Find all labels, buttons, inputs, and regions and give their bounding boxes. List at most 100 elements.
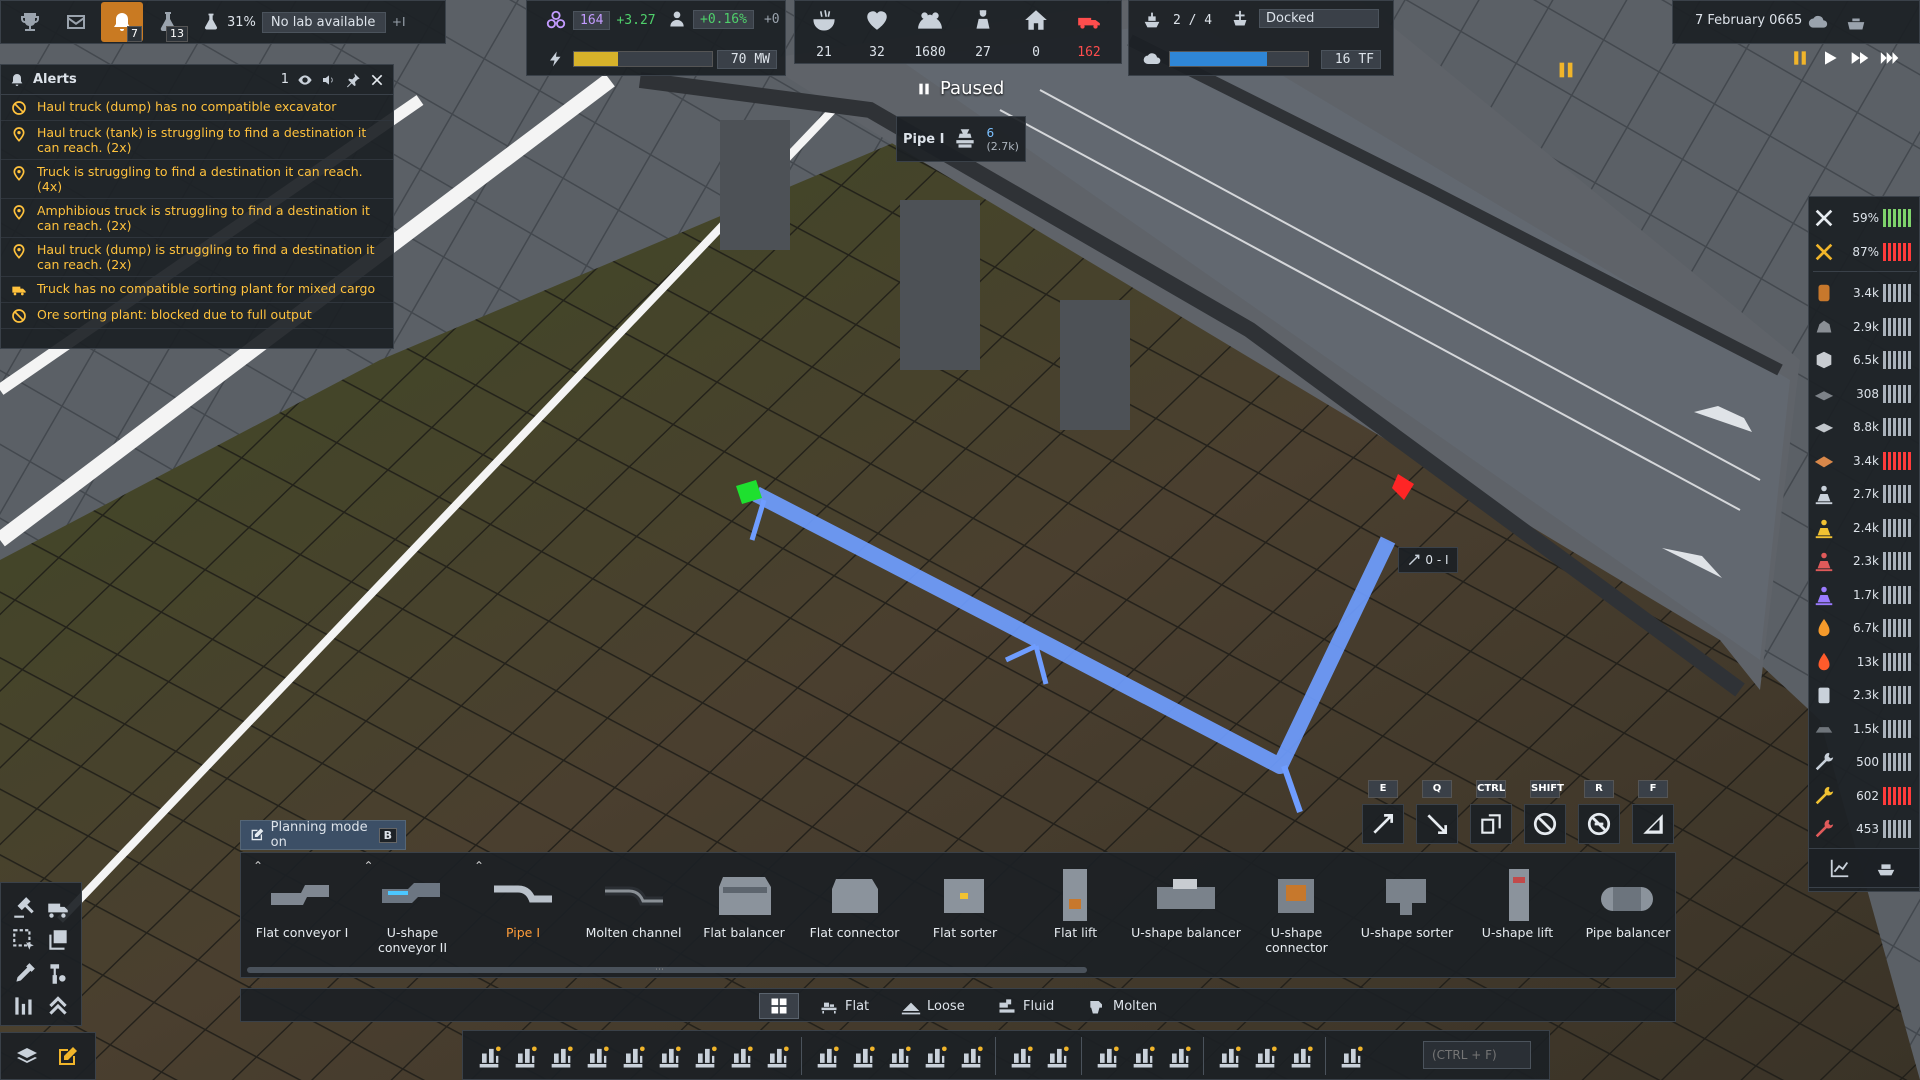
build-item-u-shape-conveyor-ii[interactable]: ⌃ U-shape conveyor II <box>358 859 468 959</box>
lab-status[interactable]: 31% No lab available +I <box>201 11 406 33</box>
research-button[interactable]: 13 <box>147 2 189 42</box>
demolish-icon[interactable] <box>11 895 37 921</box>
game-speed-icon[interactable] <box>1845 13 1867 35</box>
farm-icon[interactable] <box>583 1043 611 1071</box>
power-bar[interactable] <box>573 51 713 67</box>
category-fluid[interactable]: Fluid <box>997 993 1054 1019</box>
build-scrollbar[interactable]: ⋯ <box>247 965 1087 975</box>
resource-row[interactable]: 602 <box>1813 781 1917 811</box>
copy-tool-icon[interactable] <box>45 927 71 953</box>
stats-bars-icon[interactable] <box>11 993 37 1019</box>
fast-forward-icon[interactable] <box>1850 48 1870 68</box>
tool-rotate-cancel[interactable]: R <box>1578 780 1620 844</box>
resource-row[interactable]: 6.5k <box>1813 345 1917 375</box>
category-all[interactable] <box>759 993 799 1019</box>
resource-row[interactable]: 8.8k <box>1813 412 1917 442</box>
storage-icon[interactable] <box>655 1043 683 1071</box>
build-item-flat-lift[interactable]: Flat lift <box>1021 859 1131 959</box>
crane-icon[interactable] <box>957 1043 985 1071</box>
water-icon[interactable] <box>547 1043 575 1071</box>
tool-raise[interactable]: E <box>1362 780 1404 844</box>
play-icon[interactable] <box>1820 48 1840 68</box>
build-item-u-shape-balancer[interactable]: U-shape balancer <box>1131 859 1241 959</box>
build-item-molten-channel[interactable]: Molten channel <box>579 859 689 959</box>
education-icon[interactable] <box>1287 1043 1315 1071</box>
raise-icon[interactable] <box>1362 804 1404 844</box>
upgrade-icon[interactable] <box>45 993 71 1019</box>
build-item-flat-connector[interactable]: Flat connector <box>800 859 910 959</box>
oil-icon[interactable] <box>511 1043 539 1071</box>
search-input[interactable] <box>1423 1041 1531 1069</box>
build-item-u-shape-sorter[interactable]: U-shape sorter <box>1352 859 1462 959</box>
resource-row[interactable]: 59% <box>1813 203 1917 233</box>
stat-health[interactable]: 32 <box>854 7 900 60</box>
build-item-pipe-balancer[interactable]: Pipe balancer <box>1573 859 1683 959</box>
resource-row[interactable]: 3.4k <box>1813 278 1917 308</box>
graph-icon[interactable] <box>1829 857 1851 879</box>
copy-icon[interactable] <box>1470 804 1512 844</box>
resource-row[interactable]: 1.5k <box>1813 714 1917 744</box>
stat-vehicles[interactable]: 162 <box>1066 7 1112 60</box>
build-item-flat-sorter[interactable]: Flat sorter <box>910 859 1020 959</box>
build-item-pipe-i[interactable]: ⌃ Pipe I <box>468 859 578 959</box>
fastest-forward-icon[interactable] <box>1880 48 1900 68</box>
expand-caret-icon[interactable]: ⌃ <box>474 859 484 873</box>
tool-cancel[interactable]: SHIFT <box>1524 780 1566 844</box>
category-molten[interactable]: Molten <box>1087 993 1157 1019</box>
smelter-icon[interactable] <box>763 1043 791 1071</box>
ship-icon[interactable] <box>921 1043 949 1071</box>
pause-icon[interactable] <box>1790 48 1810 68</box>
housing-block-icon[interactable] <box>1251 1043 1279 1071</box>
alert-item[interactable]: Haul truck (dump) has no compatible exca… <box>1 95 393 121</box>
stat-population[interactable]: 1680 <box>907 7 953 60</box>
tool-copy[interactable]: CTRL <box>1470 780 1512 844</box>
pause-button[interactable] <box>1555 59 1577 81</box>
tool-flip[interactable]: F <box>1632 780 1674 844</box>
weather-icon[interactable] <box>1807 13 1829 35</box>
build-item-flat-conveyor-i[interactable]: ⌃ Flat conveyor I <box>247 859 357 959</box>
road-icon[interactable] <box>1007 1043 1035 1071</box>
alert-item[interactable]: Ore sorting plant: blocked due to full o… <box>1 303 393 329</box>
alert-item[interactable]: Amphibious truck is struggling to find a… <box>1 199 393 238</box>
lower-icon[interactable] <box>1416 804 1458 844</box>
resource-row[interactable]: 87% <box>1813 237 1917 267</box>
cancel-icon[interactable] <box>1524 804 1566 844</box>
mining-icon[interactable] <box>475 1043 503 1071</box>
eye-icon[interactable] <box>297 72 313 88</box>
select-area-icon[interactable] <box>11 927 37 953</box>
population-growth-stat[interactable]: +0.16% +0 <box>667 9 780 29</box>
resource-row[interactable]: 2.7k <box>1813 479 1917 509</box>
trees-icon[interactable] <box>1129 1043 1157 1071</box>
expand-caret-icon[interactable]: ⌃ <box>253 859 263 873</box>
build-item-u-shape-lift[interactable]: U-shape lift <box>1463 859 1573 959</box>
sound-icon[interactable] <box>321 72 337 88</box>
resource-row[interactable]: 2.4k <box>1813 513 1917 543</box>
planning-edit-icon[interactable] <box>55 1045 79 1069</box>
compute-bar[interactable] <box>1169 51 1309 67</box>
alert-item[interactable]: Truck has no compatible sorting plant fo… <box>1 277 393 303</box>
achievements-button[interactable] <box>9 2 51 42</box>
vehicle-icon[interactable] <box>885 1043 913 1071</box>
alert-item[interactable]: Haul truck (dump) is struggling to find … <box>1 238 393 277</box>
layers-icon[interactable] <box>15 1045 39 1069</box>
resource-row[interactable]: 3.4k <box>1813 446 1917 476</box>
paint-tool-icon[interactable] <box>45 961 71 987</box>
pin-panel-icon[interactable] <box>345 72 361 88</box>
transport-icon[interactable] <box>849 1043 877 1071</box>
people-icon[interactable] <box>1337 1043 1365 1071</box>
lab-icon[interactable] <box>691 1043 719 1071</box>
category-flat[interactable]: Flat <box>819 993 869 1019</box>
resource-row[interactable]: 308 <box>1813 379 1917 409</box>
alerts-toggle-button[interactable]: 7 <box>101 2 143 42</box>
stat-workers[interactable]: 27 <box>960 7 1006 60</box>
alert-item[interactable]: Haul truck (tank) is struggling to find … <box>1 121 393 160</box>
alert-item[interactable]: Truck is struggling to find a destinatio… <box>1 160 393 199</box>
unity-stat[interactable]: 164 +3.27 <box>545 9 656 31</box>
resource-row[interactable]: 453 <box>1813 814 1917 844</box>
resource-row[interactable]: 6.7k <box>1813 613 1917 643</box>
resource-row[interactable]: 1.7k <box>1813 580 1917 610</box>
planning-mode-toggle[interactable]: Planning mode on B <box>240 820 406 850</box>
build-item-flat-balancer[interactable]: Flat balancer <box>689 859 799 959</box>
balance-icon[interactable] <box>1215 1043 1243 1071</box>
conveyor-icon[interactable] <box>813 1043 841 1071</box>
